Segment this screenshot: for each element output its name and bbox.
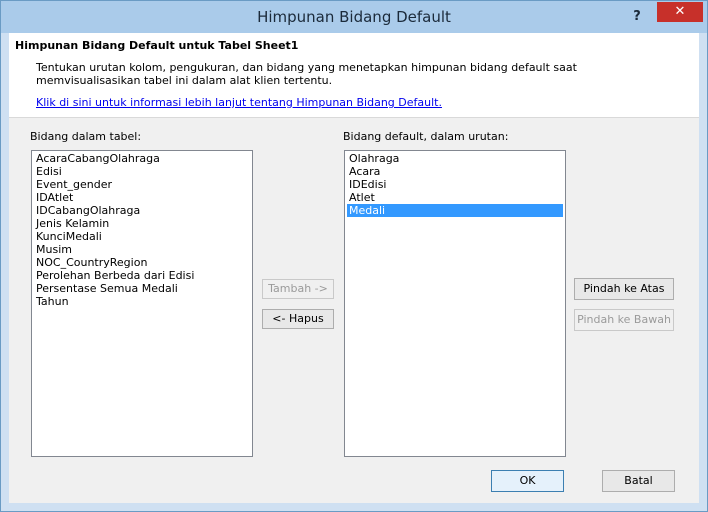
list-item[interactable]: IDEdisi <box>347 178 563 191</box>
move-down-button[interactable]: Pindah ke Bawah <box>574 309 674 331</box>
list-item[interactable]: IDCabangOlahraga <box>34 204 250 217</box>
info-link[interactable]: Klik di sini untuk informasi lebih lanju… <box>36 96 442 109</box>
default-fields-list[interactable]: Olahraga Acara IDEdisi Atlet Medali <box>344 150 566 457</box>
list-item[interactable]: Event_gender <box>34 178 250 191</box>
list-item[interactable]: Musim <box>34 243 250 256</box>
list-item[interactable]: NOC_CountryRegion <box>34 256 250 269</box>
list-item[interactable]: Edisi <box>34 165 250 178</box>
list-item[interactable]: Olahraga <box>347 152 563 165</box>
list-item[interactable]: Acara <box>347 165 563 178</box>
cancel-button[interactable]: Batal <box>602 470 675 492</box>
close-button[interactable]: ✕ <box>657 2 703 22</box>
header-panel: Himpunan Bidang Default untuk Tabel Shee… <box>9 33 699 118</box>
dialog-body: Himpunan Bidang Default untuk Tabel Shee… <box>9 33 699 503</box>
list-item[interactable]: KunciMedali <box>34 230 250 243</box>
table-fields-list[interactable]: AcaraCabangOlahraga Edisi Event_gender IDAt… <box>31 150 253 457</box>
help-button[interactable]: ? <box>626 7 648 27</box>
list-item[interactable]: IDAtlet <box>34 191 250 204</box>
move-up-button[interactable]: Pindah ke Atas <box>574 278 674 300</box>
ok-button[interactable]: OK <box>491 470 564 492</box>
dialog-window: Himpunan Bidang Default ? ✕ Himpunan Bid… <box>0 0 708 512</box>
list-item[interactable]: Perolehan Berbeda dari Edisi <box>34 269 250 282</box>
list-item[interactable]: Jenis Kelamin <box>34 217 250 230</box>
list-item[interactable]: Medali <box>347 204 563 217</box>
list-item[interactable]: Tahun <box>34 295 250 308</box>
title-bar[interactable]: Himpunan Bidang Default ? ✕ <box>1 1 707 33</box>
header-title: Himpunan Bidang Default untuk Tabel Shee… <box>15 39 299 52</box>
list-item[interactable]: AcaraCabangOlahraga <box>34 152 250 165</box>
window-title: Himpunan Bidang Default <box>257 8 451 26</box>
left-list-label: Bidang dalam tabel: <box>30 130 142 143</box>
list-item[interactable]: Persentase Semua Medali <box>34 282 250 295</box>
list-item[interactable]: Atlet <box>347 191 563 204</box>
remove-button[interactable]: <- Hapus <box>262 309 334 329</box>
right-list-label: Bidang default, dalam urutan: <box>343 130 509 143</box>
header-description: Tentukan urutan kolom, pengukuran, dan b… <box>36 61 577 87</box>
add-button[interactable]: Tambah -> <box>262 279 334 299</box>
